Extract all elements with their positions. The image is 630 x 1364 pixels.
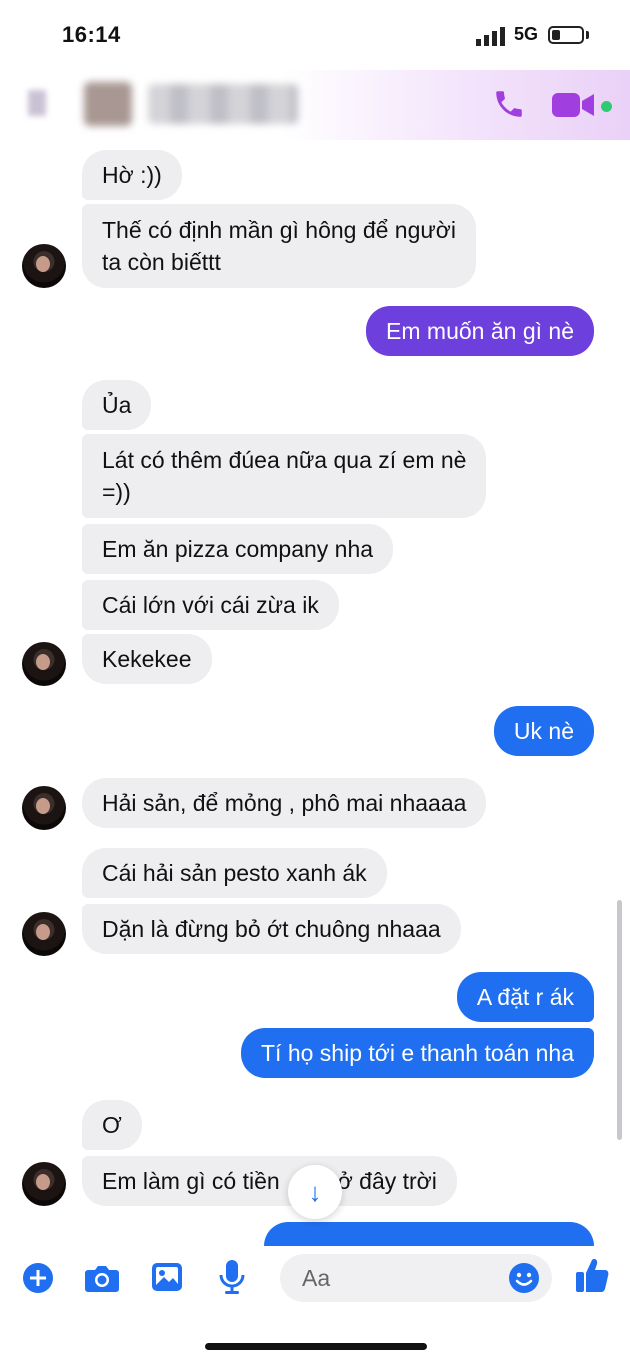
outgoing-message[interactable]: Tí họ ship tới e thanh toán nha [240,1028,594,1078]
incoming-message[interactable]: Em làm gì có tiền ở đây trời [82,1156,457,1206]
outgoing-message[interactable]: A đặt r ák [456,972,594,1022]
incoming-message[interactable]: Kekekee [82,634,212,684]
contact-avatar[interactable] [84,82,132,126]
outgoing-message[interactable]: Em muốn ăn gì nè [366,306,594,356]
video-call-icon[interactable] [552,90,596,120]
message-input[interactable]: Aa [280,1254,552,1302]
incoming-message[interactable]: Thế có định mần gì hông để người ta còn b… [82,204,476,288]
thumbs-up-icon[interactable] [574,1256,610,1294]
conversation-header [0,70,630,140]
sender-avatar[interactable] [22,912,66,956]
incoming-message[interactable]: Em ăn pizza company nha [82,524,394,574]
incoming-message[interactable]: Ơ [82,1100,142,1150]
scrollbar[interactable] [617,900,622,1140]
status-time: 16:14 [62,22,121,47]
phone-icon[interactable] [492,86,526,122]
active-status-dot [601,101,612,112]
incoming-message[interactable]: Hải sản, để mỏng , phô mai nhaaaa [82,778,487,828]
incoming-message[interactable]: Cái hải sản pesto xanh ák [82,848,387,898]
arrow-down-icon: ↓ [308,1176,322,1207]
incoming-message[interactable]: Cái lớn với cái zừa ik [82,580,339,630]
network-type: 5G [514,24,539,44]
incoming-message[interactable]: Ủa [82,380,152,430]
home-indicator[interactable] [205,1343,427,1350]
sender-avatar[interactable] [22,1162,66,1206]
incoming-message[interactable]: Lát có thêm đúea nữa qua zí em nè =)) [82,434,487,518]
status-bar: 16:14 5G [0,0,630,70]
sender-avatar[interactable] [22,642,66,686]
emoji-icon[interactable] [508,1262,540,1294]
scroll-to-bottom-button[interactable]: ↓ [288,1165,342,1219]
gallery-icon[interactable] [150,1260,184,1294]
camera-icon[interactable] [84,1262,120,1294]
battery-tip [586,31,589,39]
incoming-message[interactable]: Hờ :)) [82,150,182,200]
incoming-message[interactable]: Dặn là đừng bỏ ớt chuông nhaaa [82,904,461,954]
contact-name[interactable] [148,84,298,124]
sender-avatar[interactable] [22,786,66,830]
message-composer: Aa [0,1246,630,1316]
sender-avatar[interactable] [22,244,66,288]
plus-icon[interactable] [22,1262,54,1294]
message-input-placeholder: Aa [302,1265,331,1291]
signal-strength-icon [476,27,505,46]
battery-icon [548,26,584,44]
back-button[interactable] [28,90,46,116]
microphone-icon[interactable] [218,1258,246,1296]
outgoing-message[interactable]: Uk nè [493,706,594,756]
